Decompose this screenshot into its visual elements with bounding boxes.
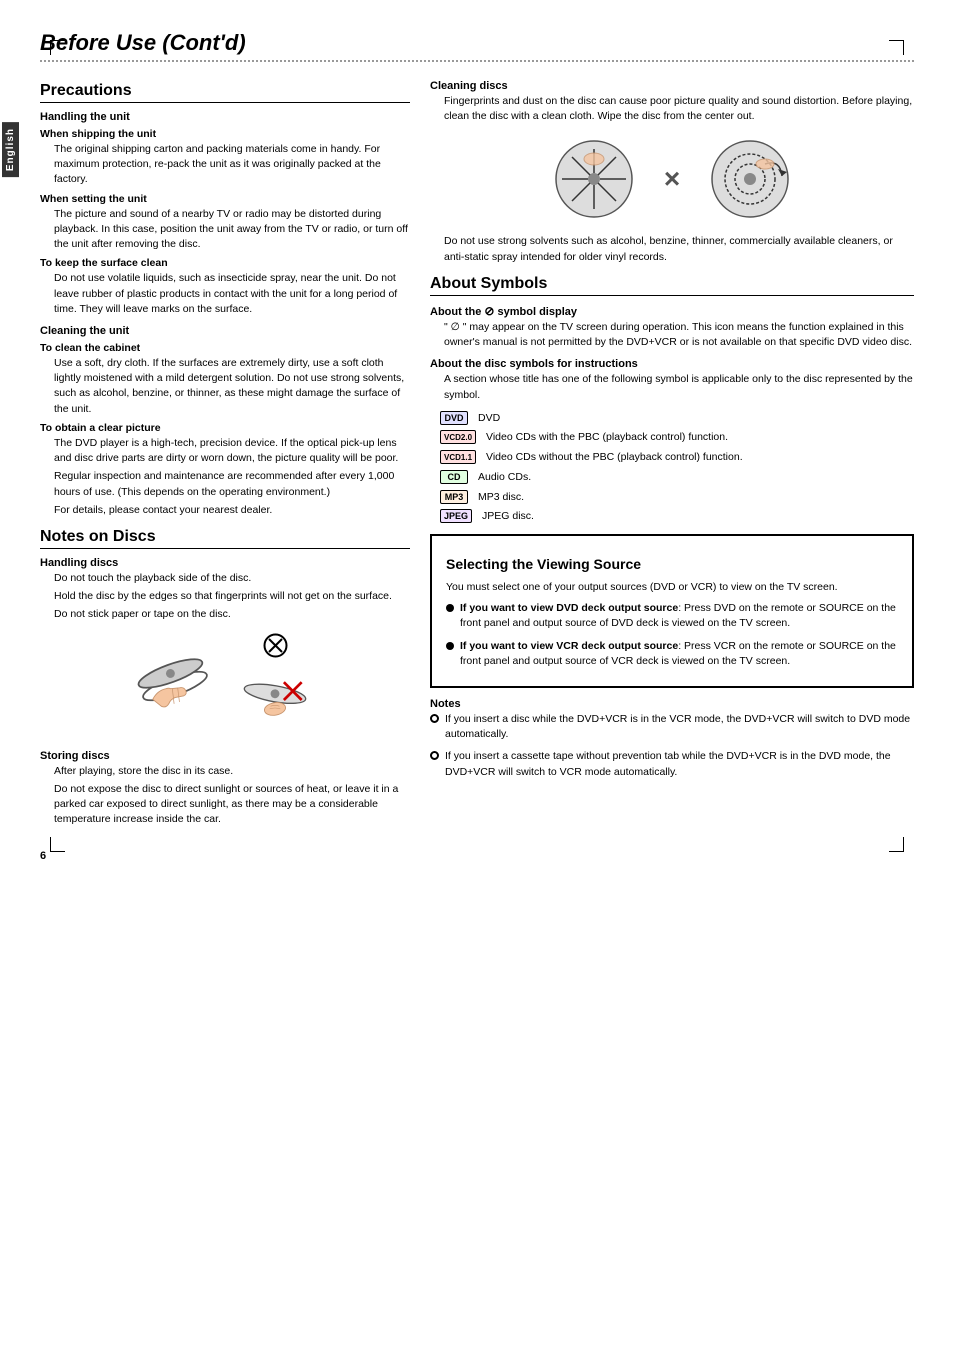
note-1-text: If you insert a disc while the DVD+VCR i…	[445, 712, 914, 742]
vcd2-label: Video CDs with the PBC (playback control…	[486, 430, 728, 445]
setting-title: When setting the unit	[40, 193, 410, 205]
disc-symbols-title: About the disc symbols for instructions	[430, 358, 914, 370]
vcr-source-text: If you want to view VCR deck output sour…	[460, 639, 898, 669]
dvd-source-text: If you want to view DVD deck output sour…	[460, 601, 898, 631]
note-2-text: If you insert a cassette tape without pr…	[445, 749, 914, 779]
viewing-intro: You must select one of your output sourc…	[446, 580, 898, 595]
times-symbol: ×	[664, 163, 680, 195]
about-symbols-title: About Symbols	[430, 275, 914, 296]
jpeg-badge: JPEG	[440, 509, 472, 523]
handling-discs-text1: Do not touch the playback side of the di…	[40, 571, 410, 586]
shipping-text: The original shipping carton and packing…	[40, 142, 410, 188]
mp3-label: MP3 disc.	[478, 490, 524, 505]
notes-on-discs-title: Notes on Discs	[40, 528, 410, 549]
cleaning-discs-text2: Do not use strong solvents such as alcoh…	[430, 234, 914, 264]
precautions-title: Precautions	[40, 82, 410, 103]
page-title: Before Use (Cont'd)	[40, 30, 914, 56]
storing-discs-title: Storing discs	[40, 750, 410, 762]
clear-picture-text2: Regular inspection and maintenance are r…	[40, 469, 410, 499]
cleaning-discs-text1: Fingerprints and dust on the disc can ca…	[430, 94, 914, 124]
disc-symbols-text: A section whose title has one of the fol…	[430, 372, 914, 402]
vcd1-badge: VCD1.1	[440, 450, 476, 464]
english-tab: English	[2, 122, 19, 177]
dvd-badge: DVD	[440, 411, 468, 425]
viewing-source-title: Selecting the Viewing Source	[446, 556, 898, 574]
mp3-badge-row: MP3 MP3 disc.	[440, 490, 914, 505]
dvd-source-item: If you want to view DVD deck output sour…	[446, 601, 898, 634]
storing-text1: After playing, store the disc in its cas…	[40, 764, 410, 779]
handling-discs-title: Handling discs	[40, 557, 410, 569]
notes-title: Notes	[430, 698, 914, 710]
disc-good-icon	[135, 646, 215, 726]
shipping-title: When shipping the unit	[40, 128, 410, 140]
vcd2-badge-row: VCD2.0 Video CDs with the PBC (playback …	[440, 430, 914, 445]
surface-title: To keep the surface clean	[40, 257, 410, 269]
note-1: If you insert a disc while the DVD+VCR i…	[430, 712, 914, 745]
storing-text2: Do not expose the disc to direct sunligh…	[40, 782, 410, 828]
disc-bad-icon	[235, 660, 315, 740]
cabinet-title: To clean the cabinet	[40, 342, 410, 354]
cd-badge-row: CD Audio CDs.	[440, 470, 914, 485]
clear-picture-title: To obtain a clear picture	[40, 422, 410, 434]
symbol-display-title: About the ⊘ symbol display	[430, 304, 914, 318]
note-2: If you insert a cassette tape without pr…	[430, 749, 914, 782]
vcr-source-item: If you want to view VCR deck output sour…	[446, 639, 898, 672]
setting-text: The picture and sound of a nearby TV or …	[40, 207, 410, 253]
vcd2-badge: VCD2.0	[440, 430, 476, 444]
vcd1-label: Video CDs without the PBC (playback cont…	[486, 450, 743, 465]
cd-badge: CD	[440, 470, 468, 484]
dvd-badge-row: DVD DVD	[440, 411, 914, 426]
cd-label: Audio CDs.	[478, 470, 531, 485]
disc-clean-bad-icon	[700, 134, 800, 224]
cabinet-text: Use a soft, dry cloth. If the surfaces a…	[40, 356, 410, 417]
cleaning-disc-images: ×	[430, 134, 914, 224]
clear-picture-text3: For details, please contact your nearest…	[40, 503, 410, 518]
bad-handling-container	[235, 633, 315, 740]
jpeg-label: JPEG disc.	[482, 509, 534, 524]
x-circle-icon	[263, 633, 288, 658]
symbol-list: DVD DVD VCD2.0 Video CDs with the PBC (p…	[430, 411, 914, 524]
vcd1-badge-row: VCD1.1 Video CDs without the PBC (playba…	[440, 450, 914, 465]
clear-picture-text1: The DVD player is a high-tech, precision…	[40, 436, 410, 466]
dvd-label: DVD	[478, 411, 500, 426]
mp3-badge: MP3	[440, 490, 468, 504]
viewing-source-box: Selecting the Viewing Source You must se…	[430, 534, 914, 688]
handling-discs-text3: Do not stick paper or tape on the disc.	[40, 607, 410, 622]
cleaning-discs-title: Cleaning discs	[430, 80, 914, 92]
symbol-display-text: " ∅ " may appear on the TV screen during…	[430, 320, 914, 350]
handling-unit-title: Handling the unit	[40, 111, 410, 123]
surface-text: Do not use volatile liquids, such as ins…	[40, 271, 410, 317]
page-number: 6	[40, 850, 914, 862]
cleaning-unit-title: Cleaning the unit	[40, 325, 410, 337]
notes-section: Notes If you insert a disc while the DVD…	[430, 698, 914, 783]
disc-clean-good-icon	[544, 134, 644, 224]
handling-discs-text2: Hold the disc by the edges so that finge…	[40, 589, 410, 604]
jpeg-badge-row: JPEG JPEG disc.	[440, 509, 914, 524]
disc-handling-images	[40, 633, 410, 740]
